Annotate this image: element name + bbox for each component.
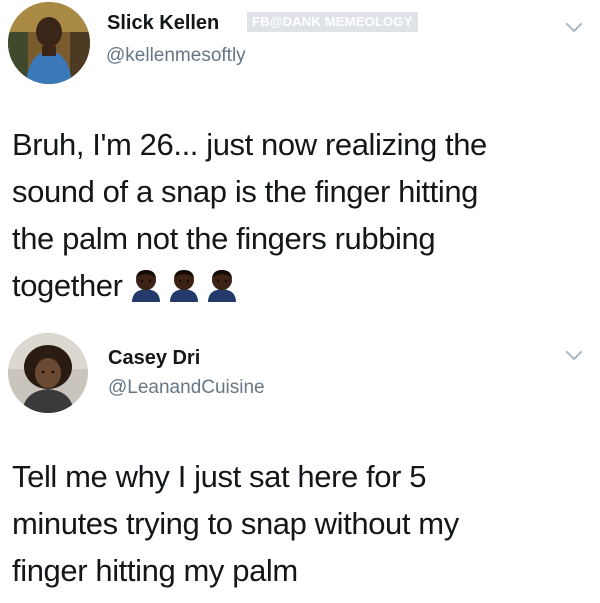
avatar[interactable]: [8, 333, 88, 413]
tweet-text: Bruh, I'm 26... just now realizing the s…: [12, 121, 588, 315]
tweet-text-line: the palm not the fingers rubbing: [12, 221, 436, 256]
dark-skin-tone-man-icon: [207, 270, 236, 302]
dark-skin-tone-man-icon: [169, 270, 198, 302]
tweet-text-line: Bruh, I'm 26... just now realizing the: [12, 127, 487, 162]
tweet-text-line: together: [12, 268, 123, 303]
tweet-kellen: Slick Kellen FB@DANK MEMEOLOGY @kellenme…: [0, 0, 600, 325]
watermark: FB@DANK MEMEOLOGY: [247, 12, 418, 32]
tweet-text-line: Tell me why I just sat here for 5: [12, 459, 427, 494]
tweet-text-line: minutes trying to snap without my: [12, 506, 459, 541]
dark-skin-tone-man-icon: [131, 270, 160, 302]
tweet-text-line-last: together: [12, 262, 588, 315]
handle[interactable]: @LeanandCuisine: [108, 377, 265, 399]
display-name[interactable]: Slick Kellen: [107, 12, 219, 35]
avatar[interactable]: [8, 2, 90, 84]
emoji-row: [129, 268, 243, 315]
tweet-text: Tell me why I just sat here for 5 minute…: [12, 453, 588, 594]
tweet-casey: Casey Dri @LeanandCuisine Tell me why I …: [0, 325, 600, 603]
chevron-down-icon[interactable]: [565, 22, 583, 34]
handle[interactable]: @kellenmesoftly: [106, 45, 246, 67]
display-name[interactable]: Casey Dri: [108, 347, 200, 370]
tweet-text-line: finger hitting my palm: [12, 553, 298, 588]
chevron-down-icon[interactable]: [565, 350, 583, 362]
tweet-text-line: sound of a snap is the finger hitting: [12, 174, 479, 209]
